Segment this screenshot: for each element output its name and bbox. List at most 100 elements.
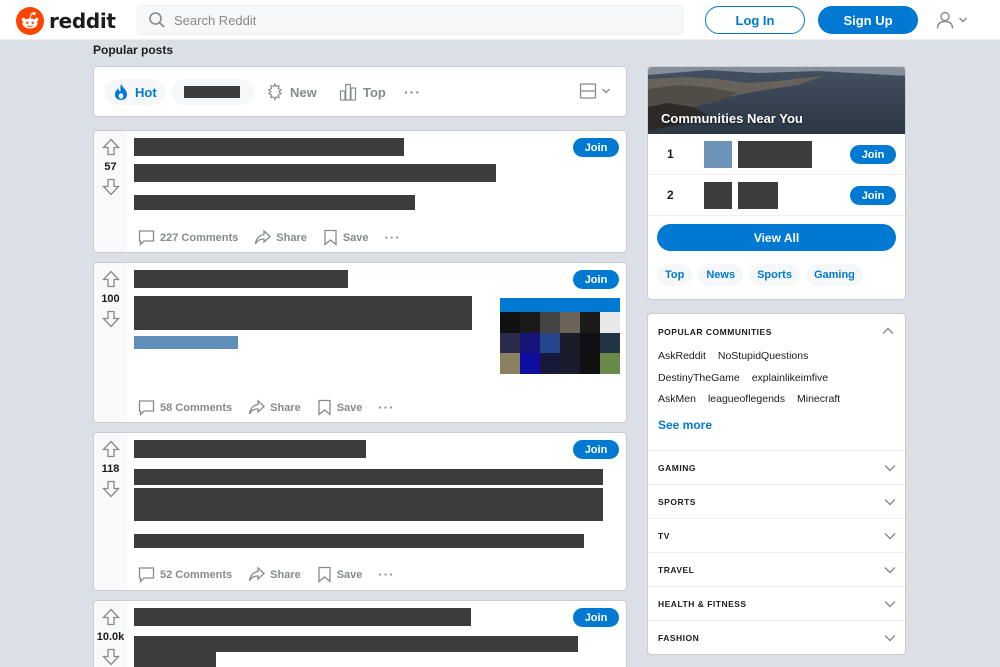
- community-link-destinythegame[interactable]: DestinyTheGame: [658, 372, 740, 384]
- view-layout-toggle[interactable]: [579, 82, 611, 100]
- upvote-icon[interactable]: [102, 138, 120, 156]
- join-button[interactable]: Join: [850, 186, 896, 205]
- redacted-block: [184, 86, 240, 98]
- pixelated-thumbnail: [500, 312, 620, 374]
- sort-new-tab[interactable]: New: [266, 79, 317, 105]
- redacted-link[interactable]: [134, 336, 238, 349]
- redacted-subreddit: [134, 440, 366, 458]
- upvote-icon[interactable]: [102, 440, 120, 458]
- sort-hot-label: Hot: [135, 84, 157, 100]
- share-button[interactable]: Share: [248, 566, 301, 583]
- comments-button[interactable]: 52 Comments: [138, 566, 232, 583]
- comment-icon: [138, 400, 155, 416]
- post-card[interactable]: 100 Join 58 Comments Share Save ···: [93, 262, 627, 423]
- share-icon: [255, 229, 272, 245]
- share-label: Share: [270, 568, 301, 581]
- community-link-leagueoflegends[interactable]: leagueoflegends: [708, 393, 785, 405]
- post-card[interactable]: 57 Join 227 Comments Share Save ···: [93, 130, 627, 253]
- more-options-button[interactable]: ···: [378, 567, 394, 582]
- join-button[interactable]: Join: [573, 440, 619, 459]
- category-row-sports[interactable]: SPORTS: [648, 484, 905, 518]
- redacted-title[interactable]: [134, 164, 496, 182]
- join-button[interactable]: Join: [573, 608, 619, 627]
- sort-bar: Hot New Top ···: [93, 66, 627, 117]
- see-more-link[interactable]: See more: [658, 418, 712, 432]
- reddit-logo[interactable]: reddit: [16, 7, 116, 35]
- chevron-down-icon: [884, 601, 896, 608]
- chip-news[interactable]: News: [698, 264, 744, 286]
- chip-top[interactable]: Top: [657, 264, 693, 286]
- category-row-health-fitness[interactable]: HEALTH & FITNESS: [648, 586, 905, 620]
- redacted-subreddit: [134, 270, 348, 288]
- category-row-travel[interactable]: TRAVEL: [648, 552, 905, 586]
- search-bar[interactable]: [137, 5, 683, 35]
- popular-communities-heading: POPULAR COMMUNITIES: [658, 327, 772, 337]
- community-link-nostupidquestions[interactable]: NoStupidQuestions: [718, 350, 808, 362]
- community-link-askmen[interactable]: AskMen: [658, 393, 696, 405]
- post-actions: 52 Comments Share Save ···: [138, 566, 394, 583]
- comments-label: 58 Comments: [160, 401, 233, 414]
- chevron-up-icon[interactable]: [881, 324, 895, 338]
- view-all-button[interactable]: View All: [657, 224, 896, 251]
- redacted-text: [134, 534, 584, 548]
- downvote-icon[interactable]: [102, 310, 120, 328]
- community-row[interactable]: 2 Join: [648, 175, 905, 216]
- save-label: Save: [336, 568, 363, 581]
- login-button[interactable]: Log In: [705, 6, 805, 34]
- chip-sports[interactable]: Sports: [749, 264, 800, 286]
- join-button[interactable]: Join: [850, 145, 896, 164]
- more-options-button[interactable]: ···: [385, 230, 401, 245]
- save-button[interactable]: Save: [317, 399, 362, 416]
- community-row[interactable]: 1 Join: [648, 134, 905, 175]
- redacted-community-name[interactable]: [738, 141, 812, 168]
- upvote-icon[interactable]: [102, 270, 120, 288]
- redacted-title[interactable]: [134, 488, 603, 521]
- popular-links-row: DestinyTheGame explainlikeimfive: [658, 372, 828, 384]
- category-row-gaming[interactable]: GAMING: [648, 450, 905, 484]
- vote-column: 100: [94, 263, 127, 422]
- chip-gaming[interactable]: Gaming: [805, 264, 863, 286]
- post-card[interactable]: 10.0k Join: [93, 600, 627, 667]
- more-options-button[interactable]: ···: [378, 400, 394, 415]
- save-button[interactable]: Save: [317, 566, 363, 583]
- post-card[interactable]: 118 Join 52 Comments Share Save ···: [93, 432, 627, 591]
- share-button[interactable]: Share: [248, 399, 301, 416]
- comments-button[interactable]: 227 Comments: [138, 229, 238, 246]
- comment-icon: [138, 230, 155, 246]
- upvote-icon[interactable]: [102, 608, 120, 626]
- signup-button[interactable]: Sign Up: [818, 6, 918, 34]
- category-label: SPORTS: [658, 497, 696, 507]
- redacted-title[interactable]: [134, 636, 578, 652]
- community-link-minecraft[interactable]: Minecraft: [797, 393, 840, 405]
- sort-hot-tab[interactable]: Hot: [105, 79, 165, 105]
- post-thumbnail[interactable]: [500, 298, 620, 378]
- sort-top-label: Top: [363, 84, 386, 100]
- search-input[interactable]: [174, 12, 654, 28]
- user-menu-dropdown[interactable]: [935, 9, 971, 31]
- save-button[interactable]: Save: [323, 229, 369, 246]
- sort-top-tab[interactable]: Top: [339, 79, 386, 105]
- redacted-title[interactable]: [134, 652, 216, 667]
- comments-button[interactable]: 58 Comments: [138, 399, 232, 416]
- downvote-icon[interactable]: [102, 480, 120, 498]
- category-row-fashion[interactable]: FASHION: [648, 620, 905, 654]
- share-button[interactable]: Share: [254, 229, 307, 246]
- redacted-title[interactable]: [134, 296, 472, 330]
- community-rank: 1: [667, 147, 674, 161]
- save-label: Save: [342, 231, 369, 244]
- category-row-tv[interactable]: TV: [648, 518, 905, 552]
- category-label: GAMING: [658, 463, 696, 473]
- downvote-icon[interactable]: [102, 178, 120, 196]
- vote-count: 118: [101, 463, 120, 475]
- bookmark-icon: [318, 566, 331, 583]
- sort-more-button[interactable]: ···: [404, 79, 421, 105]
- redacted-title[interactable]: [134, 469, 603, 485]
- redacted-community-name[interactable]: [738, 182, 778, 209]
- community-link-explainlikeimfive[interactable]: explainlikeimfive: [752, 372, 828, 384]
- join-button[interactable]: Join: [573, 270, 619, 289]
- join-button[interactable]: Join: [573, 138, 619, 157]
- community-link-askreddit[interactable]: AskReddit: [658, 350, 706, 362]
- brand-wordmark: reddit: [49, 9, 116, 33]
- sort-location-tab[interactable]: [172, 79, 254, 105]
- downvote-icon[interactable]: [102, 648, 120, 666]
